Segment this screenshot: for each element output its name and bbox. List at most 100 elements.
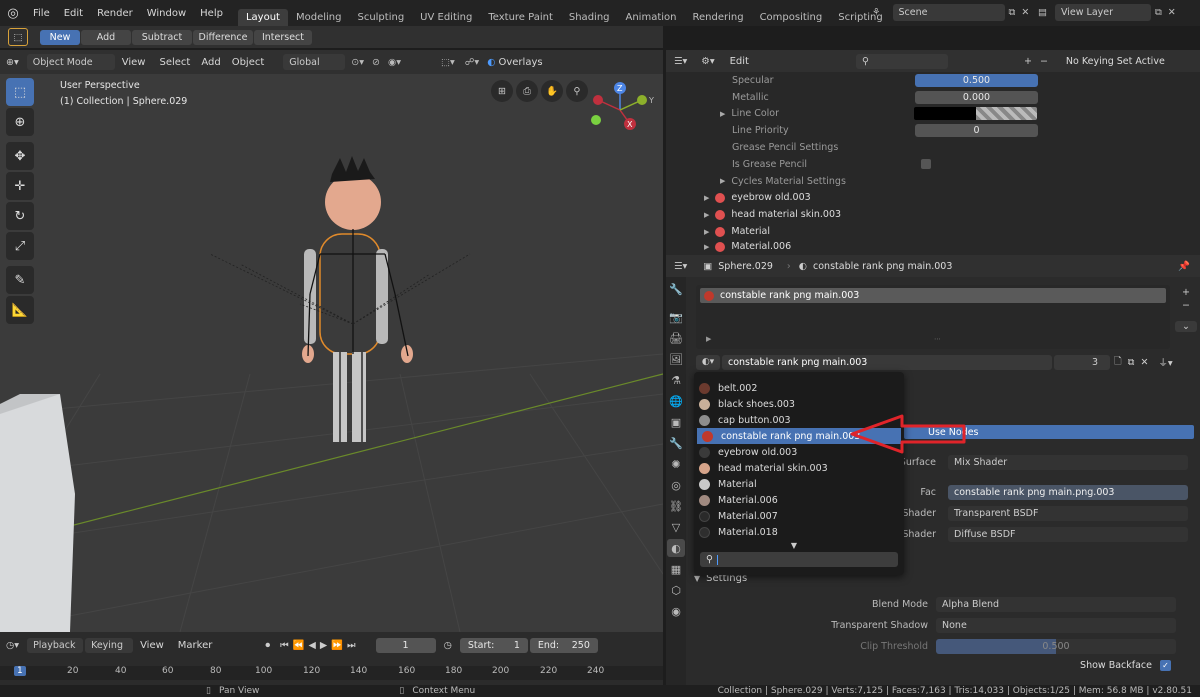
prev-key-icon[interactable]: ⏪ [293, 640, 305, 651]
material-breadcrumb[interactable]: constable rank png main.003 [813, 261, 952, 272]
new-button[interactable]: New [40, 29, 80, 45]
tab-layout[interactable]: Layout [237, 9, 288, 26]
view-layer-tab-icon[interactable]: 🖼 [667, 350, 685, 368]
dropdown-item[interactable]: head material skin.003 [694, 460, 904, 476]
play-reverse-icon[interactable]: ◀ [309, 640, 316, 651]
tab-animation[interactable]: Animation [618, 9, 685, 26]
dropdown-item[interactable]: black shoes.003 [694, 396, 904, 412]
material-users-field[interactable]: 3 [1054, 354, 1110, 370]
overlays-icon[interactable]: ◐ [487, 57, 495, 68]
playhead[interactable]: 1 [14, 666, 26, 676]
transform-orientation[interactable]: Global [283, 54, 346, 70]
overlays-button[interactable]: Overlays [495, 57, 545, 68]
dropdown-search-field[interactable]: ⚲ [700, 552, 898, 567]
scene-selector[interactable]: ⚘ Scene ⧉ ✕ [872, 4, 1029, 21]
scroll-down-icon[interactable]: ▼ [694, 541, 894, 550]
line-alpha-swatch[interactable] [976, 107, 1038, 121]
end-frame-field[interactable]: End: 250 [529, 637, 598, 653]
menu-render[interactable]: Render [90, 8, 140, 19]
view-layer-field[interactable]: View Layer [1054, 4, 1151, 21]
jump-end-icon[interactable]: ⏭ [347, 640, 356, 651]
pin-icon[interactable]: 📌 [1178, 261, 1190, 272]
shader2-field[interactable]: Diffuse BSDF [948, 527, 1188, 542]
3d-viewport[interactable]: User Perspective (1) Collection | Sphere… [0, 74, 663, 632]
menu-view[interactable]: View [115, 57, 153, 68]
link-type-icon[interactable]: ⏚▾ [1158, 355, 1172, 369]
scene-tab-icon[interactable]: ⚗ [667, 371, 685, 389]
expand-icon[interactable]: ▶ [704, 243, 709, 251]
clip-threshold-slider[interactable]: 0.500 [936, 639, 1176, 654]
dropdown-item[interactable]: Material.018 [694, 524, 904, 540]
add-button[interactable]: Add [81, 29, 131, 45]
scene-props-tab-icon[interactable]: ◉ [667, 602, 685, 620]
camera-icon[interactable]: ⎙ [516, 80, 538, 102]
preview-range-icon[interactable]: ◷ [444, 640, 452, 651]
modifier-tab-icon[interactable]: 🔧 [667, 434, 685, 452]
outliner-editor-icon[interactable]: ☰▾ [674, 56, 687, 67]
dropdown-item[interactable]: Material [694, 476, 904, 492]
menu-select[interactable]: Select [152, 57, 197, 68]
show-backface-checkbox[interactable]: ✓ [1160, 660, 1171, 671]
pivot-icon[interactable]: ⊙▾ [351, 57, 364, 68]
intersect-button[interactable]: Intersect [254, 29, 312, 45]
copy-scene-icon[interactable]: ⧉ [1009, 7, 1016, 18]
current-frame-field[interactable]: 1 [375, 637, 436, 653]
blend-mode-select[interactable]: Alpha Blend [936, 597, 1176, 612]
world-tab-icon[interactable]: 🌐 [667, 392, 685, 410]
expand-icon[interactable]: ▶ [704, 228, 709, 236]
shader-fx-tab-icon[interactable]: ⬡ [667, 581, 685, 599]
browse-material-icon[interactable]: ◐▾ [696, 354, 720, 370]
slot-expand-icon[interactable]: ▶ [706, 335, 711, 343]
tool-tab-icon[interactable]: 🔧 [667, 280, 685, 298]
hand-pan-icon[interactable]: ✋ [541, 80, 563, 102]
menu-window[interactable]: Window [140, 8, 193, 19]
fac-texture-field[interactable]: constable rank png main.png.003 [948, 485, 1188, 500]
next-key-icon[interactable]: ⏩ [331, 640, 343, 651]
tab-rendering[interactable]: Rendering [684, 9, 751, 26]
material-row[interactable]: ▶ Material.006 [666, 240, 1200, 254]
view-layer-selector[interactable]: ▤ View Layer ⧉ ✕ [1038, 4, 1176, 21]
tab-compositing[interactable]: Compositing [752, 9, 831, 26]
tab-sculpting[interactable]: Sculpting [349, 9, 412, 26]
duplicate-material-icon[interactable]: ⧉ [1128, 357, 1135, 368]
translate-tool-icon[interactable]: ✛ [6, 172, 34, 200]
add-keyingset-icon[interactable]: + [1024, 56, 1032, 67]
expand-icon[interactable]: ▶ [704, 211, 709, 219]
menu-help[interactable]: Help [193, 8, 230, 19]
object-tab-icon[interactable]: ▣ [667, 413, 685, 431]
material-row[interactable]: ▶ Material [666, 223, 1200, 240]
object-breadcrumb[interactable]: Sphere.029 [718, 261, 773, 272]
gizmo-icon[interactable]: ☍▾ [465, 57, 479, 68]
grid-view-icon[interactable]: ⊞ [491, 80, 513, 102]
dropdown-item[interactable]: Material.007 [694, 508, 904, 524]
record-icon[interactable]: ⏺ [265, 640, 270, 651]
unlink-material-icon[interactable]: ✕ [1140, 357, 1148, 368]
scene-field[interactable]: Scene [892, 4, 1005, 21]
metallic-field[interactable]: 0.000 [915, 90, 1038, 104]
axis-gizmo[interactable]: Z X Y [588, 80, 660, 138]
resize-handle-icon[interactable]: ⋯ [934, 335, 941, 343]
fake-user-icon[interactable]: 🗋 [1114, 354, 1122, 370]
physics-tab-icon[interactable]: ◎ [667, 476, 685, 494]
measure-tool-icon[interactable]: 📐 [6, 296, 34, 324]
playback-menu[interactable]: Playback [27, 637, 84, 653]
expand-icon[interactable]: ▶ [704, 194, 709, 202]
timeline-editor-icon[interactable]: ◷▾ [6, 640, 19, 651]
subtract-button[interactable]: Subtract [132, 29, 192, 45]
material-slot-item[interactable]: constable rank png main.003 [700, 288, 1166, 303]
copy-view-layer-icon[interactable]: ⧉ [1155, 7, 1162, 18]
play-icon[interactable]: ▶ [320, 640, 327, 651]
shader1-field[interactable]: Transparent BSDF [948, 506, 1188, 521]
material-row[interactable]: ▶ head material skin.003 [666, 206, 1200, 223]
keying-menu[interactable]: Keying [85, 637, 134, 653]
timeline-ruler[interactable]: 1 20 40 60 80 100 120 140 160 180 200 22… [0, 666, 663, 680]
jump-start-icon[interactable]: ⏮ [280, 640, 289, 651]
scale-tool-icon[interactable]: ⤢ [6, 232, 34, 260]
proportional-icon[interactable]: ◉▾ [388, 57, 401, 68]
particles-tab-icon[interactable]: ✺ [667, 455, 685, 473]
dropdown-item[interactable]: Material.006 [694, 492, 904, 508]
tab-uv-editing[interactable]: UV Editing [412, 9, 480, 26]
timeline-view-menu[interactable]: View [133, 640, 171, 651]
render-tab-icon[interactable]: 📷 [667, 308, 685, 326]
filter-icon[interactable]: ⚙▾ [701, 56, 714, 67]
